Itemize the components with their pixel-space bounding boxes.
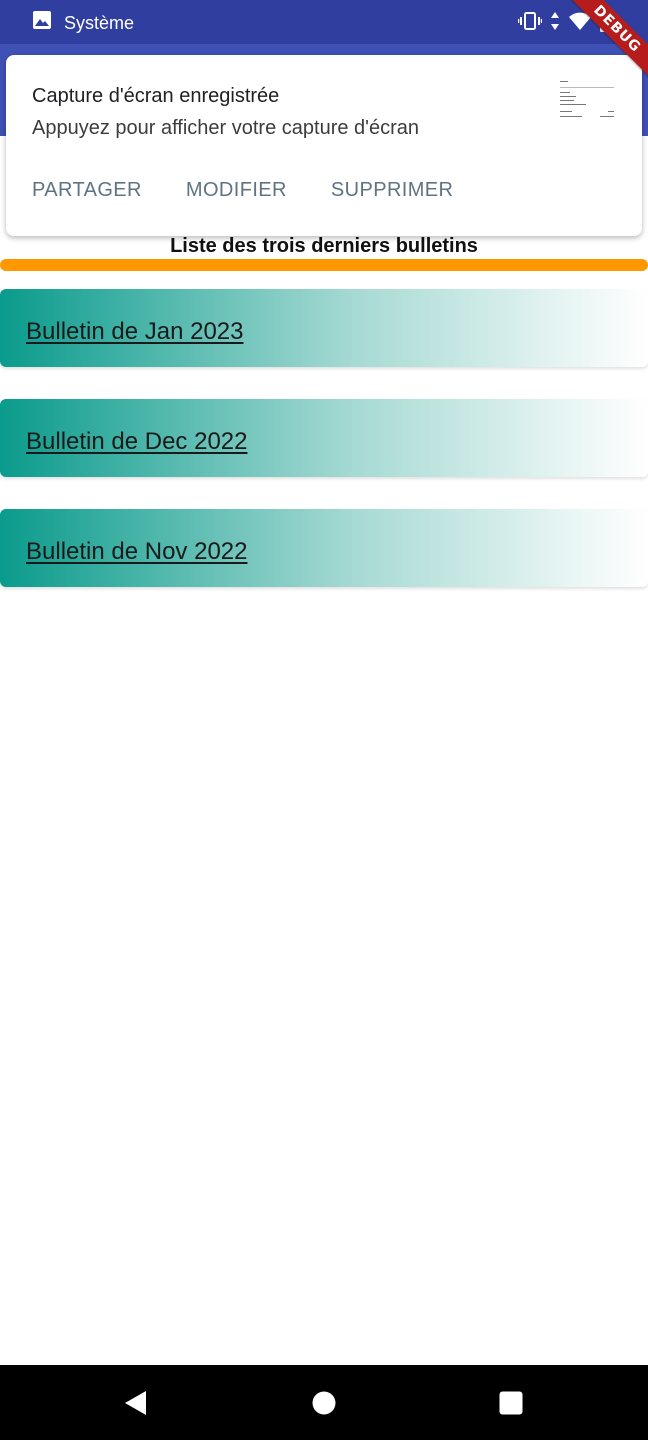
notification-title: Capture d'écran enregistrée	[32, 85, 280, 107]
notification-actions: PARTAGER MODIFIER SUPPRIMER	[32, 177, 453, 203]
screenshot-notification[interactable]: Capture d'écran enregistrée Appuyez pour…	[6, 55, 642, 236]
status-bar: Système	[0, 0, 648, 44]
bulletin-link[interactable]: Bulletin de Dec 2022	[26, 427, 247, 457]
share-button[interactable]: PARTAGER	[32, 177, 142, 203]
edit-button[interactable]: MODIFIER	[186, 177, 287, 203]
bulletin-card-nov-2022[interactable]: Bulletin de Nov 2022	[0, 509, 648, 587]
navigation-bar	[0, 1365, 648, 1440]
bulletin-link[interactable]: Bulletin de Nov 2022	[26, 537, 247, 567]
data-arrows-icon	[550, 11, 560, 36]
vibrate-icon	[517, 11, 543, 36]
list-heading: Liste des trois derniers bulletins	[170, 235, 478, 257]
notification-text: Appuyez pour afficher votre capture d'éc…	[32, 117, 420, 139]
status-app-label: Système	[64, 12, 135, 33]
bulletin-card-jan-2023[interactable]: Bulletin de Jan 2023	[0, 289, 648, 367]
image-icon	[32, 10, 52, 35]
status-left: Système	[32, 10, 134, 35]
back-triangle-icon[interactable]	[122, 1389, 150, 1417]
bulletin-link[interactable]: Bulletin de Jan 2023	[26, 317, 244, 347]
delete-button[interactable]: SUPPRIMER	[331, 177, 454, 203]
orange-divider	[0, 259, 648, 271]
home-circle-icon[interactable]	[310, 1389, 338, 1417]
recents-square-icon[interactable]	[497, 1389, 525, 1417]
screenshot-thumbnail[interactable]	[558, 79, 616, 121]
bulletin-card-dec-2022[interactable]: Bulletin de Dec 2022	[0, 399, 648, 477]
